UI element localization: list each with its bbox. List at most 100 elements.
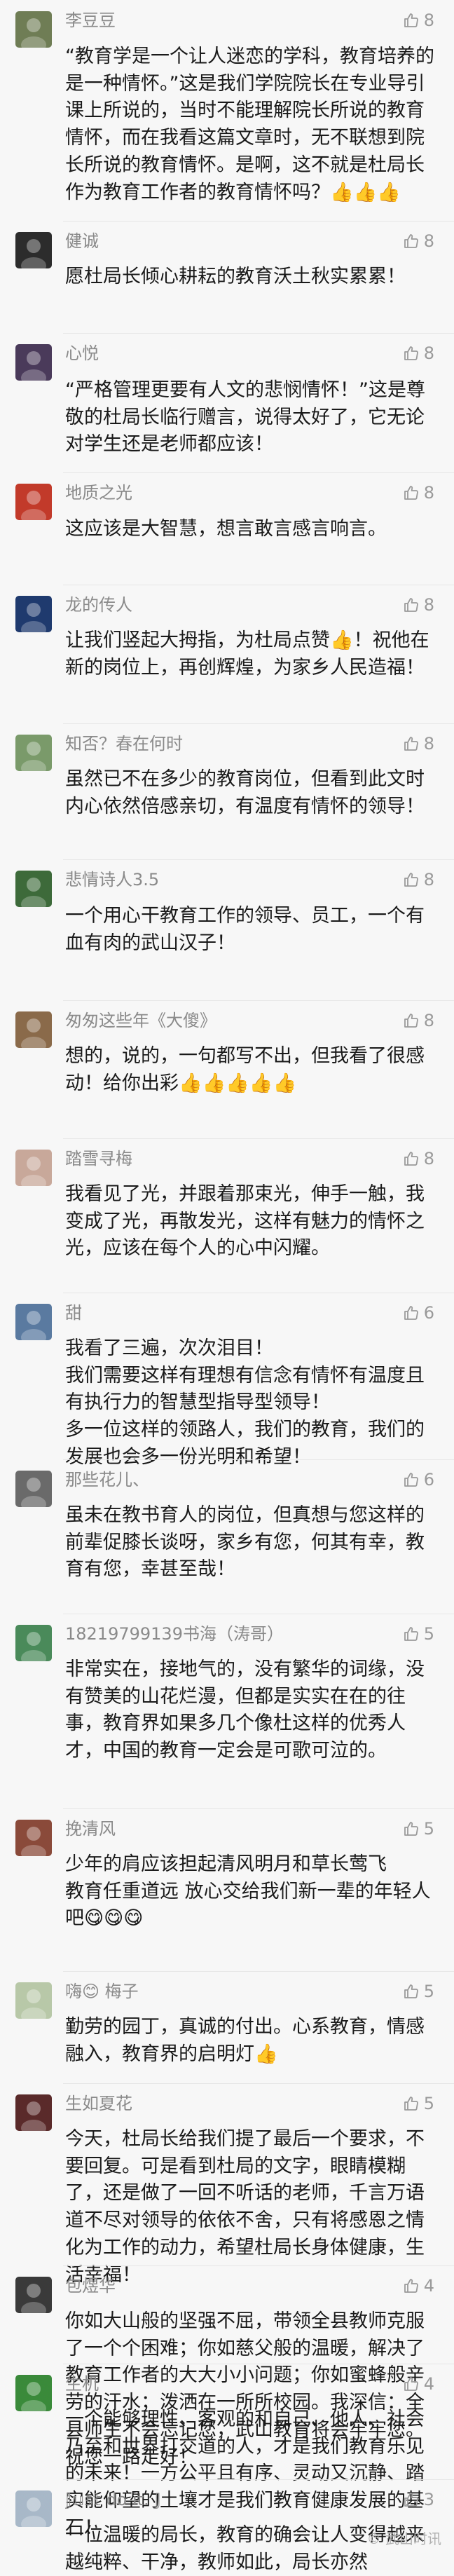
like-button[interactable]: 8 xyxy=(403,231,434,252)
comment-text: 我看见了光，并跟着那束光，伸手一触，我变成了光，再散发光，这样有魅力的情怀之光，… xyxy=(65,1183,425,1260)
avatar[interactable] xyxy=(15,1304,52,1340)
like-button[interactable]: 8 xyxy=(403,343,434,364)
avatar[interactable] xyxy=(15,232,52,268)
commenter-name[interactable]: 挽清风 xyxy=(65,1818,116,1839)
like-button[interactable]: 8 xyxy=(403,594,434,615)
comment-separator xyxy=(63,333,454,334)
like-button[interactable]: 6 xyxy=(403,1469,434,1490)
comment-text: 想的，说的，一句都写不出，但我看了很感动！给你出彩👍👍👍👍👍 xyxy=(65,1045,425,1094)
commenter-name[interactable]: 匆匆这些年《大傻》 xyxy=(65,1010,216,1031)
comment-separator xyxy=(63,221,454,222)
like-count: 5 xyxy=(423,1982,434,2001)
commenter-name[interactable]: 生如夏花 xyxy=(65,2093,132,2114)
commenter-name[interactable]: 李豆豆 xyxy=(65,10,116,31)
like-count: 5 xyxy=(423,2094,434,2113)
avatar[interactable] xyxy=(15,11,52,48)
like-count: 8 xyxy=(423,870,434,890)
like-count: 8 xyxy=(423,343,434,363)
like-button[interactable]: 8 xyxy=(403,1148,434,1169)
avatar[interactable] xyxy=(15,2375,52,2411)
like-button[interactable]: 5 xyxy=(403,1623,434,1644)
thumbs-up-icon xyxy=(403,233,420,250)
avatar[interactable] xyxy=(15,1471,52,1507)
like-count: 8 xyxy=(423,734,434,754)
like-button[interactable]: 8 xyxy=(403,1010,434,1031)
comment-text: 虽未在教书育人的岗位，但真想与您这样的前辈促膝长谈呀，家乡有您，何其有幸，教育有… xyxy=(65,1504,425,1581)
like-count: 4 xyxy=(423,2276,434,2296)
thumbs-up-icon xyxy=(403,345,420,362)
comment-text: 一个用心干教育工作的领导、员工，一个有血有肉的武山汉子！ xyxy=(65,905,425,954)
like-button[interactable]: 5 xyxy=(403,1818,434,1839)
like-count: 3 xyxy=(423,2490,434,2509)
like-button[interactable]: 4 xyxy=(403,2373,434,2394)
avatar[interactable] xyxy=(15,1982,52,2019)
like-count: 6 xyxy=(423,1470,434,1490)
like-count: 8 xyxy=(423,11,434,30)
like-button[interactable]: 8 xyxy=(403,733,434,754)
commenter-name[interactable]: 心悦 xyxy=(65,343,99,364)
like-count: 8 xyxy=(423,595,434,615)
commenter-name[interactable]: 甜 xyxy=(65,1302,82,1323)
like-button[interactable]: 8 xyxy=(403,482,434,503)
commenter-name[interactable]: 知否？春在何时 xyxy=(65,733,183,754)
avatar[interactable] xyxy=(15,2277,52,2313)
commenter-name[interactable]: 那些花儿、 xyxy=(65,1469,149,1490)
like-button[interactable]: 8 xyxy=(403,869,434,890)
comment-separator xyxy=(63,472,454,473)
like-button[interactable]: 4 xyxy=(403,2275,434,2296)
commenter-name[interactable]: 嗨😊 梅子 xyxy=(65,1981,139,2002)
avatar[interactable] xyxy=(15,1011,52,1048)
avatar[interactable] xyxy=(15,1820,52,1856)
comment-separator xyxy=(63,1138,454,1139)
commenter-name[interactable]: 踏雪寻梅 xyxy=(65,1148,132,1169)
avatar[interactable] xyxy=(15,2490,52,2527)
thumbs-up-icon xyxy=(403,735,420,752)
comment-text: 愿杜局长倾心耕耘的教育沃土秋实累累！ xyxy=(65,266,406,287)
commenter-name[interactable]: 18219799139书海（涛哥） xyxy=(65,1623,284,1644)
like-count: 5 xyxy=(423,1624,434,1644)
avatar[interactable] xyxy=(15,871,52,907)
thumbs-up-icon xyxy=(403,2376,420,2392)
commenter-name[interactable]: 生机 xyxy=(65,2373,99,2394)
thumbs-up-icon xyxy=(403,2095,420,2112)
thumbs-up-icon xyxy=(403,484,420,501)
like-button[interactable]: 5 xyxy=(403,2093,434,2114)
commenter-name[interactable]: 包煜华 xyxy=(65,2275,116,2296)
comment-separator xyxy=(63,1459,454,1460)
like-count: 4 xyxy=(423,2374,434,2394)
thumbs-up-icon xyxy=(403,1626,420,1642)
avatar[interactable] xyxy=(15,1625,52,1661)
like-button[interactable]: 6 xyxy=(403,1302,434,1323)
commenter-name[interactable]: 健诚 xyxy=(65,231,99,252)
thumbs-up-icon xyxy=(403,1820,420,1837)
like-button[interactable]: 5 xyxy=(403,1981,434,2002)
thumbs-up-icon xyxy=(403,12,420,29)
like-count: 8 xyxy=(423,483,434,503)
comment-separator xyxy=(63,2265,454,2266)
commenter-name[interactable]: 𝕁𝕦𝕤𝕥 do it. 𝕁 xyxy=(65,2489,161,2510)
like-button[interactable]: 8 xyxy=(403,10,434,31)
commenter-name[interactable]: 悲情诗人3.5 xyxy=(65,869,159,890)
watermark: © 武山时讯 xyxy=(366,2530,441,2547)
avatar[interactable] xyxy=(15,1150,52,1186)
like-button[interactable]: 3 xyxy=(403,2489,434,2510)
like-count: 8 xyxy=(423,231,434,251)
thumbs-up-icon xyxy=(403,597,420,613)
avatar[interactable] xyxy=(15,735,52,771)
comment-text: 我看了三遍，次次泪目！ 我们需要这样有理想有信念有情怀有温度且有执行力的智慧型指… xyxy=(65,1337,425,1468)
avatar[interactable] xyxy=(15,484,52,520)
comment-separator xyxy=(63,859,454,860)
like-count: 8 xyxy=(423,1149,434,1168)
thumbs-up-icon xyxy=(403,871,420,888)
commenter-name[interactable]: 龙的传人 xyxy=(65,594,132,615)
comment-text: 虽然已不在多少的教育岗位，但看到此文时内心依然倍感亲切，有温度有情怀的领导！ xyxy=(65,768,425,817)
avatar[interactable] xyxy=(15,344,52,381)
avatar[interactable] xyxy=(15,596,52,632)
thumbs-up-icon xyxy=(403,1150,420,1167)
comment-text: 让我们竖起大拇指，为杜局点赞👍！祝他在新的岗位上，再创辉煌，为家乡人民造福！ xyxy=(65,629,429,679)
commenter-name[interactable]: 地质之光 xyxy=(65,482,132,503)
avatar[interactable] xyxy=(15,2094,52,2131)
like-count: 8 xyxy=(423,1011,434,1030)
comment-separator xyxy=(63,1000,454,1001)
thumbs-up-icon xyxy=(403,1304,420,1321)
